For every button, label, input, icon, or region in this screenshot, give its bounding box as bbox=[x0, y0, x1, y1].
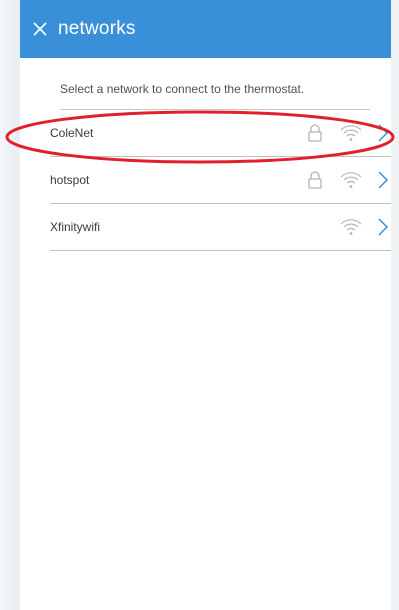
app-header: networks bbox=[20, 0, 391, 58]
wifi-icon bbox=[340, 172, 362, 188]
instruction-text: Select a network to connect to the therm… bbox=[60, 82, 370, 110]
network-row-colenet[interactable]: ColeNet bbox=[50, 110, 391, 157]
row-icons bbox=[339, 204, 391, 250]
close-icon bbox=[33, 22, 47, 36]
network-name: Xfinitywifi bbox=[50, 220, 101, 234]
wifi-icon bbox=[340, 125, 362, 141]
page-title: networks bbox=[58, 18, 136, 39]
wifi-icon bbox=[340, 219, 362, 235]
lock-icon bbox=[308, 124, 322, 142]
app-screen: networks Select a network to connect to … bbox=[20, 0, 391, 610]
row-icons bbox=[307, 157, 391, 203]
row-icons bbox=[307, 110, 391, 156]
chevron-right-icon bbox=[378, 171, 389, 189]
network-list: ColeNet hotspot Xfinitywifi bbox=[50, 110, 391, 251]
left-backdrop bbox=[0, 0, 20, 610]
network-row-xfinitywifi[interactable]: Xfinitywifi bbox=[50, 204, 391, 251]
network-name: ColeNet bbox=[50, 126, 94, 140]
network-row-hotspot[interactable]: hotspot bbox=[50, 157, 391, 204]
chevron-right-icon bbox=[378, 124, 389, 142]
chevron-right-icon bbox=[378, 218, 389, 236]
close-button[interactable] bbox=[30, 19, 50, 39]
right-backdrop bbox=[391, 0, 399, 610]
network-name: hotspot bbox=[50, 173, 90, 187]
lock-icon bbox=[308, 171, 322, 189]
